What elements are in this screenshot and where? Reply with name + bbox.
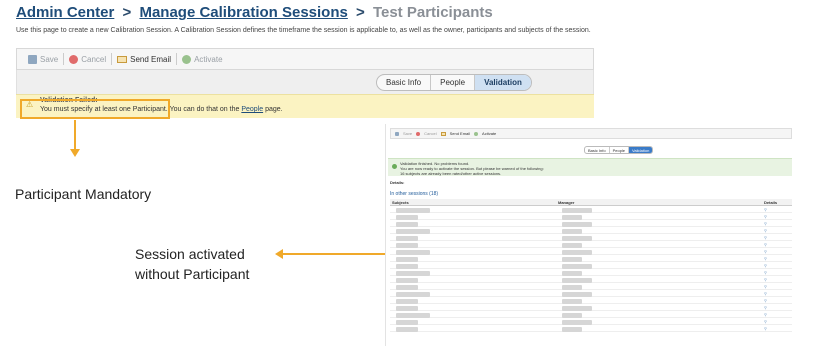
inset-activate-button[interactable]: Activate — [482, 131, 496, 136]
activate-icon — [182, 54, 192, 64]
redacted-block — [396, 327, 418, 332]
details-magnifier-icon[interactable]: ⚲ — [764, 228, 792, 233]
action-toolbar: Save Cancel Send Email Activate — [16, 48, 594, 70]
highlight-box — [20, 99, 170, 119]
save-icon — [395, 131, 399, 136]
cancel-icon — [69, 54, 79, 64]
annotation-connector — [74, 120, 76, 150]
details-magnifier-icon[interactable]: ⚲ — [764, 312, 792, 317]
participant-mandatory-annotation: Participant Mandatory — [15, 186, 152, 202]
redacted-block — [562, 327, 582, 332]
check-icon — [392, 164, 397, 169]
inset-tab-basic-info[interactable]: Basic Info — [585, 147, 610, 153]
breadcrumb-admin-center-link[interactable]: Admin Center — [16, 4, 114, 21]
tab-people[interactable]: People — [431, 75, 476, 90]
details-magnifier-icon[interactable]: ⚲ — [764, 256, 792, 261]
inset-action-toolbar: Save Cancel Send Email Activate — [390, 128, 792, 139]
details-magnifier-icon[interactable]: ⚲ — [764, 305, 792, 310]
details-magnifier-icon[interactable]: ⚲ — [764, 242, 792, 247]
inset-tab-validation[interactable]: Validation — [629, 147, 653, 153]
tab-basic-info[interactable]: Basic Info — [377, 75, 432, 90]
inset-screenshot: Save Cancel Send Email Activate Basic In… — [385, 124, 795, 346]
redacted-manager-cell — [558, 319, 764, 337]
details-magnifier-icon[interactable]: ⚲ — [764, 263, 792, 268]
breadcrumb: Admin Center > Manage Calibration Sessio… — [16, 4, 493, 21]
details-magnifier-icon[interactable]: ⚲ — [764, 249, 792, 254]
activate-icon — [474, 131, 479, 136]
details-magnifier-icon[interactable]: ⚲ — [764, 207, 792, 212]
save-button[interactable]: Save — [23, 54, 63, 64]
details-magnifier-icon[interactable]: ⚲ — [764, 214, 792, 219]
activate-button[interactable]: Activate — [177, 54, 227, 64]
table-row: ⚲ — [390, 325, 792, 332]
redacted-subject-cell — [390, 319, 558, 337]
validation-success-detail: 16 subjects are already been rated/other… — [400, 171, 502, 176]
inset-cancel-button[interactable]: Cancel — [424, 131, 436, 136]
session-tabs: Basic Info People Validation — [376, 74, 532, 91]
save-button-label: Save — [40, 54, 59, 64]
email-icon — [117, 55, 128, 63]
details-label: Details: — [390, 180, 405, 185]
save-icon — [28, 54, 37, 64]
send-email-button[interactable]: Send Email — [112, 55, 176, 64]
breadcrumb-manage-sessions-link[interactable]: Manage Calibration Sessions — [139, 4, 347, 21]
send-email-button-label: Send Email — [130, 54, 172, 64]
details-magnifier-icon[interactable]: ⚲ — [764, 270, 792, 275]
cancel-button[interactable]: Cancel — [64, 54, 111, 64]
people-page-link[interactable]: People — [241, 106, 263, 113]
details-magnifier-icon[interactable]: ⚲ — [764, 235, 792, 240]
inset-session-tabs: Basic Info People Validation — [584, 146, 654, 154]
column-header-details: Details — [764, 199, 778, 205]
validation-success-banner: Validation finished. No problems found. … — [388, 158, 792, 176]
inset-save-button[interactable]: Save — [403, 131, 412, 136]
session-activated-line2: without Participant — [135, 266, 250, 282]
cancel-button-label: Cancel — [81, 54, 107, 64]
cancel-icon — [416, 131, 421, 136]
details-magnifier-icon[interactable]: ⚲ — [764, 298, 792, 303]
annotation-connector — [282, 253, 385, 255]
details-magnifier-icon[interactable]: ⚲ — [764, 221, 792, 226]
details-magnifier-icon[interactable]: ⚲ — [764, 326, 792, 331]
breadcrumb-separator: > — [122, 4, 132, 21]
email-icon — [440, 131, 446, 136]
session-activated-annotation: Session activated without Participant — [135, 244, 249, 284]
session-activated-line1: Session activated — [135, 246, 245, 262]
table-body: ⚲ ⚲ ⚲ ⚲ ⚲ ⚲ ⚲ ⚲ ⚲ ⚲ ⚲ ⚲ ⚲ ⚲ ⚲ ⚲ ⚲ ⚲ — [390, 206, 792, 332]
tab-validation[interactable]: Validation — [475, 75, 531, 90]
breadcrumb-current: Test Participants — [372, 4, 493, 21]
inset-send-email-button[interactable]: Send Email — [450, 131, 470, 136]
details-magnifier-icon[interactable]: ⚲ — [764, 291, 792, 296]
details-magnifier-icon[interactable]: ⚲ — [764, 319, 792, 324]
other-sessions-heading: In other sessions (18) — [390, 191, 439, 197]
other-sessions-table: Subjects Manager Details ⚲ ⚲ ⚲ ⚲ ⚲ ⚲ ⚲ ⚲ ⚲ ⚲ ⚲ ⚲ ⚲ ⚲ ⚲… — [390, 199, 792, 332]
details-magnifier-icon[interactable]: ⚲ — [764, 284, 792, 289]
activate-button-label: Activate — [194, 54, 223, 64]
inset-tab-people[interactable]: People — [610, 147, 630, 153]
page-description: Use this page to create a new Calibratio… — [16, 27, 591, 34]
arrow-down-icon — [70, 149, 80, 157]
validation-message-tail: page. — [263, 106, 283, 113]
breadcrumb-separator: > — [356, 4, 365, 21]
details-magnifier-icon[interactable]: ⚲ — [764, 277, 792, 282]
